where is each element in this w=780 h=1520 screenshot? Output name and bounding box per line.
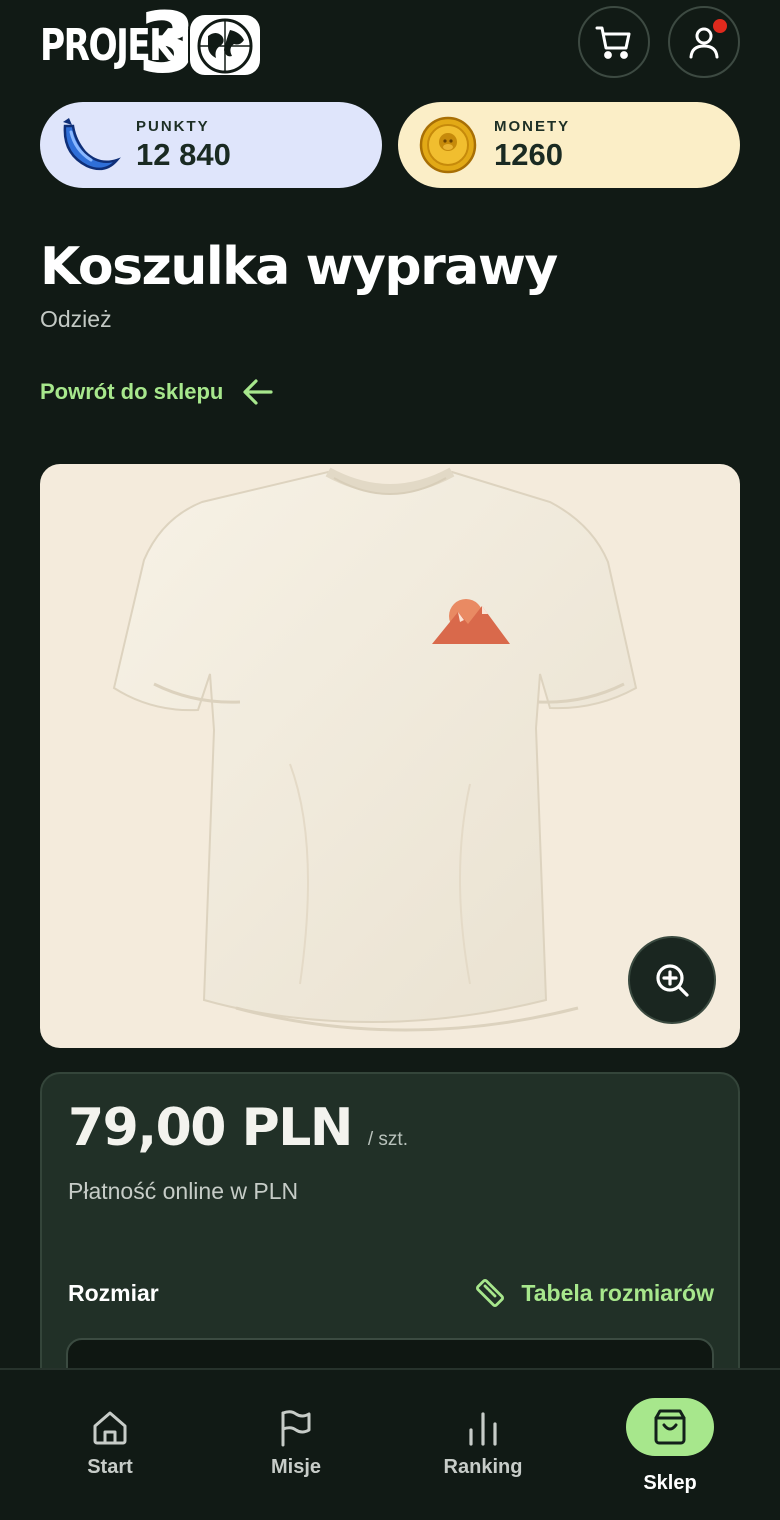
- product-category: Odzież: [40, 306, 112, 332]
- points-balance[interactable]: PUNKTY 12 840: [40, 102, 382, 188]
- bar-chart-icon: [463, 1406, 503, 1450]
- cart-icon: [595, 26, 631, 59]
- cart-button[interactable]: [578, 6, 650, 78]
- home-icon: [90, 1406, 130, 1450]
- globe-icon: [188, 10, 262, 77]
- ruler-icon: [476, 1278, 505, 1308]
- notification-dot: [713, 19, 727, 33]
- back-to-shop-link[interactable]: Powrót do sklepu: [40, 372, 275, 412]
- banana-icon: [58, 113, 122, 177]
- arrow-left-icon: [243, 379, 273, 405]
- coins-label: MONETY: [494, 117, 571, 135]
- price-row: 79,00 PLN / szt.: [68, 1098, 408, 1158]
- points-label: PUNKTY: [136, 117, 210, 135]
- size-table-link[interactable]: Tabela rozmiarów: [473, 1276, 714, 1310]
- nav-label-ranking: Ranking: [443, 1456, 523, 1478]
- back-link-label: Powrót do sklepu: [40, 379, 224, 404]
- profile-button[interactable]: [668, 6, 740, 78]
- payment-note: Płatność online w PLN: [68, 1178, 299, 1204]
- coins-value: 1260: [494, 136, 563, 172]
- nav-item-ranking[interactable]: Ranking: [393, 1370, 573, 1520]
- points-value: 12 840: [136, 136, 231, 172]
- product-title: Koszulka wyprawy: [40, 237, 558, 297]
- flag-icon: [276, 1406, 316, 1450]
- size-table-label: Tabela rozmiarów: [521, 1279, 714, 1306]
- zoom-in-icon: [656, 964, 689, 997]
- product-price: 79,00 PLN: [68, 1098, 353, 1158]
- shopping-bag-icon: [626, 1398, 714, 1456]
- nav-label-misje: Misje: [270, 1456, 322, 1478]
- price-unit: / szt.: [367, 1129, 408, 1150]
- app-header: PROJEKT 3: [0, 0, 780, 96]
- nav-item-start[interactable]: Start: [20, 1370, 200, 1520]
- nav-item-misje[interactable]: Misje: [206, 1370, 386, 1520]
- coins-balance[interactable]: MONETY 1260: [398, 102, 740, 188]
- nav-label-start: Start: [87, 1456, 133, 1478]
- nav-label-sklep: Sklep: [643, 1472, 697, 1494]
- coin-icon: [416, 113, 480, 177]
- nav-item-sklep[interactable]: Sklep: [580, 1370, 760, 1520]
- zoom-button[interactable]: [628, 936, 716, 1024]
- size-label: Rozmiar: [68, 1280, 159, 1306]
- bottom-navigation: Start Misje Ranking Sklep: [0, 1368, 780, 1520]
